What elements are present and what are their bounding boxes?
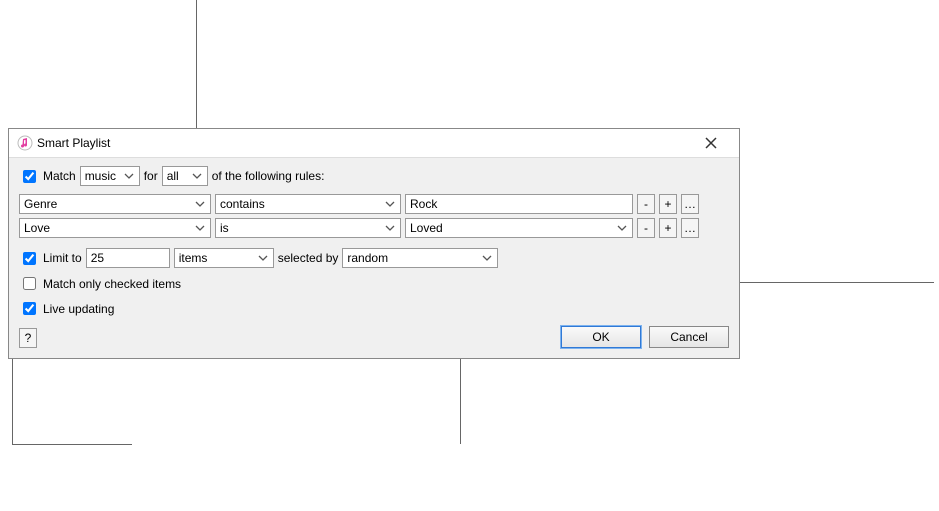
live-updating-row: Live updating	[19, 299, 729, 318]
selected-by-label: selected by	[278, 251, 339, 265]
rule-operator-select[interactable]: is	[215, 218, 401, 238]
dialog-title: Smart Playlist	[37, 136, 110, 150]
rule-row: Love is Loved - + …	[19, 218, 729, 238]
nest-rule-button[interactable]: …	[681, 194, 699, 214]
match-only-checked-label: Match only checked items	[43, 277, 181, 291]
rule-operator-select[interactable]: contains	[215, 194, 401, 214]
ok-button[interactable]: OK	[561, 326, 641, 348]
close-button[interactable]	[691, 133, 731, 153]
match-checked-row: Match only checked items	[19, 274, 729, 293]
live-updating-label: Live updating	[43, 302, 114, 316]
titlebar: Smart Playlist	[9, 129, 739, 158]
rule-field-select[interactable]: Genre	[19, 194, 211, 214]
add-rule-button[interactable]: +	[659, 194, 677, 214]
limit-count-input[interactable]	[86, 248, 170, 268]
remove-rule-button[interactable]: -	[637, 218, 655, 238]
limit-checkbox[interactable]	[23, 252, 36, 265]
help-button[interactable]: ?	[19, 328, 37, 348]
match-row: Match music for all of the following rul…	[19, 166, 729, 186]
nest-rule-button[interactable]: …	[681, 218, 699, 238]
rule-field-select[interactable]: Love	[19, 218, 211, 238]
callout-line	[12, 444, 132, 445]
dialog-body: Match music for all of the following rul…	[9, 158, 739, 358]
rule-row: Genre contains - + …	[19, 194, 729, 214]
rule-value-input[interactable]	[405, 194, 633, 214]
limit-row: Limit to items selected by random	[19, 248, 729, 268]
dialog-footer: ? OK Cancel	[19, 326, 729, 348]
app-icon	[17, 135, 33, 151]
media-type-select[interactable]: music	[80, 166, 140, 186]
match-only-checked-checkbox[interactable]	[23, 277, 36, 290]
limit-method-select[interactable]: random	[342, 248, 498, 268]
scope-select[interactable]: all	[162, 166, 208, 186]
cancel-button[interactable]: Cancel	[649, 326, 729, 348]
rule-value-select[interactable]: Loved	[405, 218, 633, 238]
match-checkbox[interactable]	[23, 170, 36, 183]
smart-playlist-dialog: Smart Playlist Match music for all of th…	[8, 128, 740, 359]
add-rule-button[interactable]: +	[659, 218, 677, 238]
limit-unit-select[interactable]: items	[174, 248, 274, 268]
rules-list: Genre contains - + … Love is Loved	[19, 194, 729, 238]
limit-label: Limit to	[43, 251, 82, 265]
match-label: Match	[43, 169, 76, 183]
remove-rule-button[interactable]: -	[637, 194, 655, 214]
for-label: for	[144, 169, 158, 183]
rules-label: of the following rules:	[212, 169, 325, 183]
live-updating-checkbox[interactable]	[23, 302, 36, 315]
